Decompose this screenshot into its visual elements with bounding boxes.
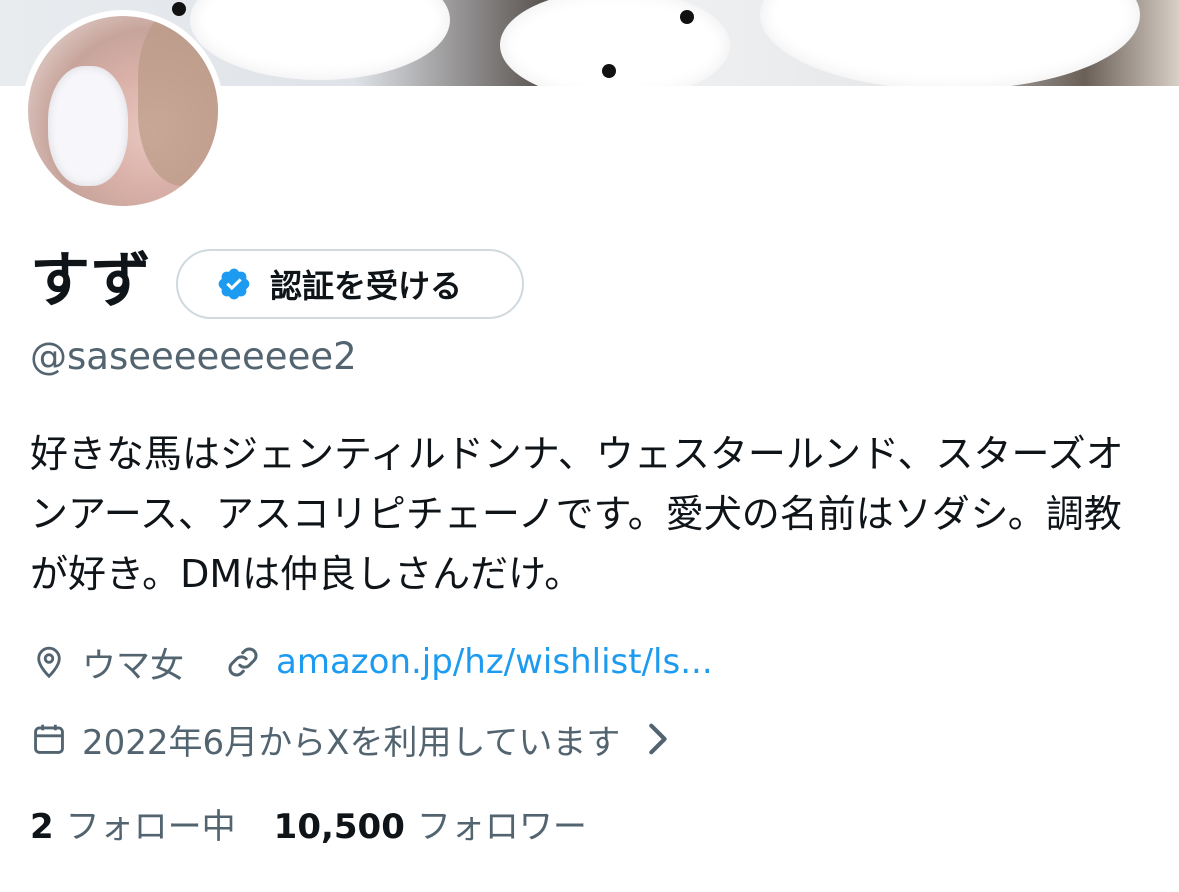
followers-label: フォロワー [416,806,587,847]
banner-plush-toy [190,0,450,80]
avatar-plush-toy [48,66,128,186]
link-icon [228,647,258,677]
following-count: 2 [30,806,54,847]
get-verified-button[interactable]: 認証を受ける [176,249,524,319]
followers-stat[interactable]: 10,500 フォロワー [274,799,587,848]
calendar-icon [34,724,64,754]
profile-meta-row: ウマ女 amazon.jp/hz/wishlist/ls... [30,638,753,686]
joined-date-text: 2022年6月からXを利用しています [82,722,621,763]
chevron-right-icon [649,723,668,755]
avatar[interactable] [28,16,218,206]
profile-page: すず 認証を受ける @saseeeeeeeee2 好きな馬はジェンティルドンナ、… [0,0,1179,892]
banner-plush-eye [602,64,616,78]
banner-plush-toy [760,0,1140,86]
banner-plush-eye [680,10,694,24]
profile-bio: 好きな馬はジェンティルドンナ、ウェスタールンド、スターズオンアース、アスコリピチ… [30,432,1124,596]
followers-count: 10,500 [273,806,405,847]
avatar-hair [138,16,218,186]
get-verified-label: 認証を受ける [270,267,463,305]
verified-badge-icon [218,268,250,300]
location-text: ウマ女 [82,645,184,686]
following-stat[interactable]: 2 フォロー中 [30,799,236,848]
joined-date-row[interactable]: 2022年6月からXを利用しています [30,715,676,763]
website-link[interactable]: amazon.jp/hz/wishlist/ls... [276,642,713,682]
display-name: すず [30,246,152,316]
website[interactable]: amazon.jp/hz/wishlist/ls... [224,642,713,682]
follow-stats: 2 フォロー中 10,500 フォロワー [30,798,625,848]
location-pin-icon [37,646,61,679]
user-handle: @saseeeeeeeee2 [30,335,357,378]
banner-plush-eye [172,2,186,16]
following-label: フォロー中 [65,806,236,847]
location: ウマ女 [30,638,184,687]
